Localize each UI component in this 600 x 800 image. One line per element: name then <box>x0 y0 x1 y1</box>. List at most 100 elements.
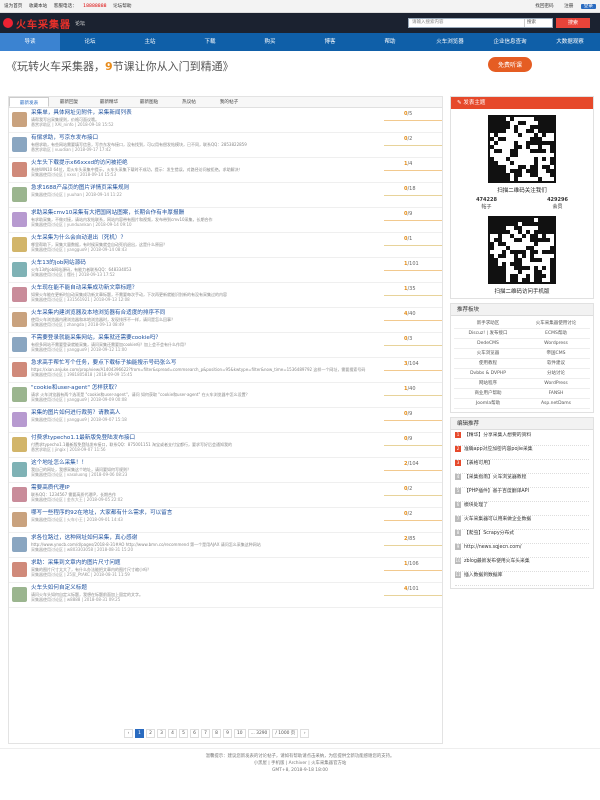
page-last-link[interactable]: ... 3290 <box>247 729 271 738</box>
forum-tag[interactable]: 软件建议 <box>522 359 590 369</box>
footer-links[interactable]: 小黑屋 | 手机版 | Archiver | 火车采集器官方站 <box>0 760 600 767</box>
forum-tag[interactable]: 火车浏览器 <box>454 349 522 359</box>
table-row[interactable]: 火车采集为什么会自动退出（死机）？ 哪里帮助下，采集大量数据，有时候采集就会自动死… <box>9 233 442 258</box>
page-link[interactable]: 4 <box>168 729 177 738</box>
editor-pick-title[interactable]: 【精华】分享采集人想要的资料 <box>464 433 531 438</box>
avatar[interactable] <box>12 512 27 527</box>
thread-title[interactable]: 不需要登录就能采集网站，采集就还需要cookie吗？ <box>31 333 386 342</box>
page-link[interactable]: 2 <box>146 729 155 738</box>
avatar[interactable] <box>12 262 27 277</box>
editor-pick-item[interactable]: 9 http://news.sqjecn.com/ <box>455 544 589 558</box>
search-input[interactable]: 请输入搜索内容 <box>409 19 524 27</box>
editor-pick-item[interactable]: 10 zblog最新发布使用火车头采集 <box>455 558 589 572</box>
thread-title[interactable]: 哪写一些程序的92在地址，大家都有什么需求，可以留言 <box>31 508 386 517</box>
thread-title[interactable]: 采集的图片如何进行裁剪？请教高人 <box>31 408 386 417</box>
editor-pick-title[interactable]: 【表格可用】 <box>464 461 493 466</box>
nav-item[interactable]: 帮助 <box>360 33 420 51</box>
nav-item[interactable]: 购买 <box>240 33 300 51</box>
table-row[interactable]: 付费求typecho1.1最新版免登陆发布接口 付费求typecho1.1最新版免… <box>9 433 442 458</box>
thread-tab[interactable]: 最新回复 <box>49 97 89 107</box>
search-button[interactable]: 搜索 <box>556 18 590 28</box>
avatar[interactable] <box>12 362 27 377</box>
table-row[interactable]: 火车头下载提示x66xxxd的访问被拒绝 系统WIN10 64位，用火车头采集中提… <box>9 158 442 183</box>
editor-pick-item[interactable]: 3 【表格可用】 <box>455 460 589 474</box>
table-row[interactable]: 火车采集内建浏览器及本地浏览器有合适度的排序不同 使用火车浏览器内建浏览器和本地浏… <box>9 308 442 333</box>
nav-item[interactable]: 大数据观察 <box>540 33 600 51</box>
avatar[interactable] <box>12 537 27 552</box>
editor-pick-title[interactable]: 插入数据到数据库 <box>464 573 502 578</box>
avatar[interactable] <box>12 312 27 327</box>
editor-pick-item[interactable]: 1 【精华】分享采集人想要的资料 <box>455 432 589 446</box>
avatar[interactable] <box>12 112 27 127</box>
table-row[interactable]: 采集单，具体网址见附件，采集新闻列表 请帮我写出采集规则，价格可面议哦。 悬赏求助区… <box>9 108 442 133</box>
thread-title[interactable]: 火车头如何自定义标题 <box>31 583 386 592</box>
forgot-password-link[interactable]: 找回密码 <box>532 4 556 9</box>
thread-tab[interactable]: 最新精华 <box>89 97 129 107</box>
login-button[interactable]: 登录 <box>580 4 596 9</box>
editor-pick-title[interactable]: 【PHP插件】基于百度翻译API <box>464 489 529 494</box>
table-row[interactable]: 有偿求助，写京东发布接口 有偿求助，有些网站需要填写信息，写京东发布接口，没有找到… <box>9 133 442 158</box>
table-row[interactable]: "cookie和user-agent" 怎样获取？ 请求 火车浏览器有两个选项是 … <box>9 383 442 408</box>
thread-title[interactable]: 急求高手帮忙写个任务，要点下载标子抽能搜示号码张么写 <box>31 358 386 367</box>
thread-title[interactable]: 火车采集为什么会自动退出（死机）？ <box>31 233 386 242</box>
table-row[interactable]: 急求高手帮忙写个任务，要点下载标子抽能搜示号码张么写 https://xian.a… <box>9 358 442 383</box>
editor-pick-title[interactable]: http://news.sqjecn.com/ <box>464 545 522 550</box>
avatar[interactable] <box>12 287 27 302</box>
page-link[interactable]: 1 <box>135 729 144 738</box>
editor-pick-title[interactable]: 【采集指南】火车浏览器教程 <box>464 475 526 480</box>
table-row[interactable]: 采集的图片如何进行裁剪？请教高人 采集器使用讨论区 | yangguo9 | 20… <box>9 408 442 433</box>
forum-tag[interactable]: 新手求助区 <box>454 319 522 329</box>
publish-thread-button[interactable]: ✎ 发表主题 <box>451 97 593 109</box>
forum-tag[interactable]: WordPress <box>522 379 590 389</box>
editor-pick-item[interactable]: 6 模块处理了 <box>455 502 589 516</box>
thread-title[interactable]: 这个地址怎么采集！！ <box>31 458 386 467</box>
nav-item[interactable]: 企业信息查询 <box>480 33 540 51</box>
editor-pick-title[interactable]: 火车采集器可以用来做企业数据 <box>464 517 531 522</box>
table-row[interactable]: 不需要登录就能采集网站，采集就还需要cookie吗？ 有很多网站不需要登录就能采集… <box>9 333 442 358</box>
avatar[interactable] <box>12 562 27 577</box>
avatar[interactable] <box>12 137 27 152</box>
page-link[interactable]: 3 <box>157 729 166 738</box>
forum-tag[interactable]: ECMS帮助 <box>522 329 590 339</box>
nav-item[interactable]: 火车浏览器 <box>420 33 480 51</box>
forum-tag[interactable]: Discuz! | 发布接口 <box>454 329 522 339</box>
forum-tag[interactable]: FANSH <box>522 389 590 399</box>
forum-tag[interactable]: 商业用户帮助 <box>454 389 522 399</box>
table-row[interactable]: 火车现在能不能自动采集成功新文章标题？ 如果火车能在更新时自动采集成功新文章标题，… <box>9 283 442 308</box>
table-row[interactable]: 需要高质代理IP 联系QQ：1234567 需要高质代理IP，长期合作 采集器使用讨… <box>9 483 442 508</box>
table-row[interactable]: 急求1688产品页的图片详情页采集规则 采集器使用讨论区 | yuuhan | 2… <box>9 183 442 208</box>
page-link[interactable]: 7 <box>201 729 210 738</box>
avatar[interactable] <box>12 212 27 227</box>
table-row[interactable]: 求助采集cmv10采集有大把国网站图案，长期合作有丰厚报酬 有求助采集，不做对接，… <box>9 208 442 233</box>
avatar[interactable] <box>12 387 27 402</box>
nav-item[interactable]: 下载 <box>180 33 240 51</box>
forum-tag[interactable]: 帝国CMS <box>522 349 590 359</box>
avatar[interactable] <box>12 237 27 252</box>
thread-tab[interactable]: 我的帖子 <box>209 97 249 107</box>
forum-tag[interactable]: Dvbbs & DVPHP <box>454 369 522 379</box>
forum-tag[interactable]: 网站程序 <box>454 379 522 389</box>
avatar[interactable] <box>12 162 27 177</box>
nav-item[interactable]: 主站 <box>120 33 180 51</box>
thread-tab[interactable]: 最新图贴 <box>129 97 169 107</box>
site-logo[interactable]: 火车采集器 论坛 <box>3 16 85 31</box>
next-page-button[interactable]: › <box>300 729 310 738</box>
help-link[interactable]: 论坛帮助 <box>113 4 131 9</box>
avatar[interactable] <box>12 337 27 352</box>
thread-title[interactable]: "cookie和user-agent" 怎样获取？ <box>31 383 386 392</box>
free-lesson-button[interactable]: 免费听课 <box>487 57 532 72</box>
editor-pick-item[interactable]: 4 【采集指南】火车浏览器教程 <box>455 474 589 488</box>
avatar[interactable] <box>12 587 27 602</box>
search-type-select[interactable]: 搜索 <box>524 19 552 27</box>
thread-title[interactable]: 火车采集内建浏览器及本地浏览器有合适度的排序不同 <box>31 308 386 317</box>
thread-title[interactable]: 求助：采集到文章内的图片尺寸问题 <box>31 558 386 567</box>
set-homepage-link[interactable]: 设为首页 <box>4 4 22 9</box>
forum-tag[interactable]: Joomla帮助 <box>454 399 522 409</box>
editor-pick-title[interactable]: 准确app对应加密内容pojie采集 <box>464 447 533 452</box>
thread-title[interactable]: 求助采集cmv10采集有大把国网站图案，长期合作有丰厚报酬 <box>31 208 386 217</box>
thread-title[interactable]: 需要高质代理IP <box>31 483 386 492</box>
thread-title[interactable]: 火车头下载提示x66xxxd的访问被拒绝 <box>31 158 386 167</box>
register-link[interactable]: 注册 <box>561 4 576 9</box>
avatar[interactable] <box>12 437 27 452</box>
nav-item[interactable]: 论坛 <box>60 33 120 51</box>
